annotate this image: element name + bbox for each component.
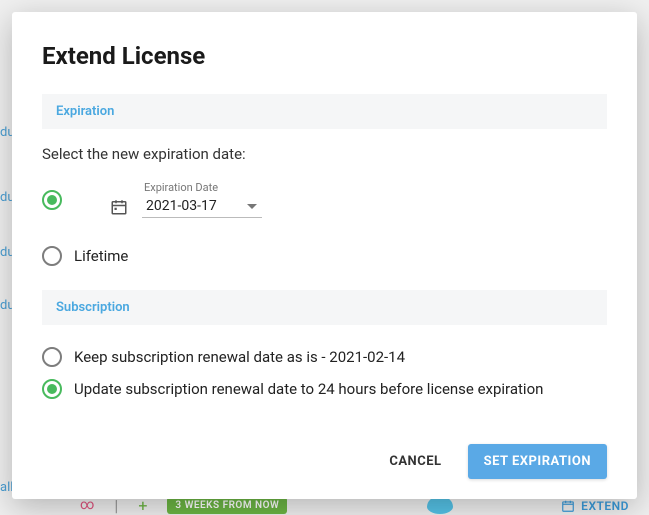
radio-update-renewal[interactable] xyxy=(42,379,62,399)
expiration-section-header: Expiration xyxy=(42,94,607,129)
expiration-date-label: Expiration Date xyxy=(144,181,262,194)
radio-keep-renewal[interactable] xyxy=(42,347,62,367)
dialog-title: Extend License xyxy=(42,42,607,70)
radio-dot xyxy=(47,384,57,394)
radio-lifetime[interactable] xyxy=(42,246,62,266)
chevron-down-icon xyxy=(247,204,257,209)
bg-extend-action: EXTEND xyxy=(561,499,629,513)
dialog-footer: CANCEL SET EXPIRATION xyxy=(42,428,607,479)
keep-renewal-option[interactable]: Keep subscription renewal date as is - 2… xyxy=(42,341,607,373)
expiration-section-body: Select the new expiration date: Expirati… xyxy=(42,129,607,290)
bg-extend-label: EXTEND xyxy=(581,499,629,513)
update-renewal-option[interactable]: Update subscription renewal date to 24 h… xyxy=(42,373,607,405)
update-renewal-label: Update subscription renewal date to 24 h… xyxy=(74,380,543,398)
bg-time-badge: 3 WEEKS FROM NOW xyxy=(167,497,287,514)
keep-renewal-label: Keep subscription renewal date as is - 2… xyxy=(74,348,405,366)
expiration-date-option[interactable]: Expiration Date 2021-03-17 xyxy=(42,175,607,224)
radio-dot xyxy=(47,195,57,205)
lifetime-option[interactable]: Lifetime xyxy=(42,240,607,272)
radio-expiration-date[interactable] xyxy=(42,190,62,210)
expiration-date-input[interactable]: 2021-03-17 xyxy=(142,196,262,218)
infinity-icon: ∞ xyxy=(80,497,94,513)
lifetime-label: Lifetime xyxy=(74,247,128,265)
extend-license-dialog: Extend License Expiration Select the new… xyxy=(12,12,637,499)
subscription-section-header: Subscription xyxy=(42,290,607,325)
cancel-button[interactable]: CANCEL xyxy=(385,446,445,477)
calendar-icon xyxy=(561,499,575,513)
expiration-date-value: 2021-03-17 xyxy=(146,198,217,214)
subscription-section-body: Keep subscription renewal date as is - 2… xyxy=(42,325,607,423)
calendar-icon[interactable] xyxy=(110,198,128,216)
expiration-prompt: Select the new expiration date: xyxy=(42,145,607,163)
set-expiration-button[interactable]: SET EXPIRATION xyxy=(468,444,607,479)
expiration-date-field: Expiration Date 2021-03-17 xyxy=(110,181,262,218)
